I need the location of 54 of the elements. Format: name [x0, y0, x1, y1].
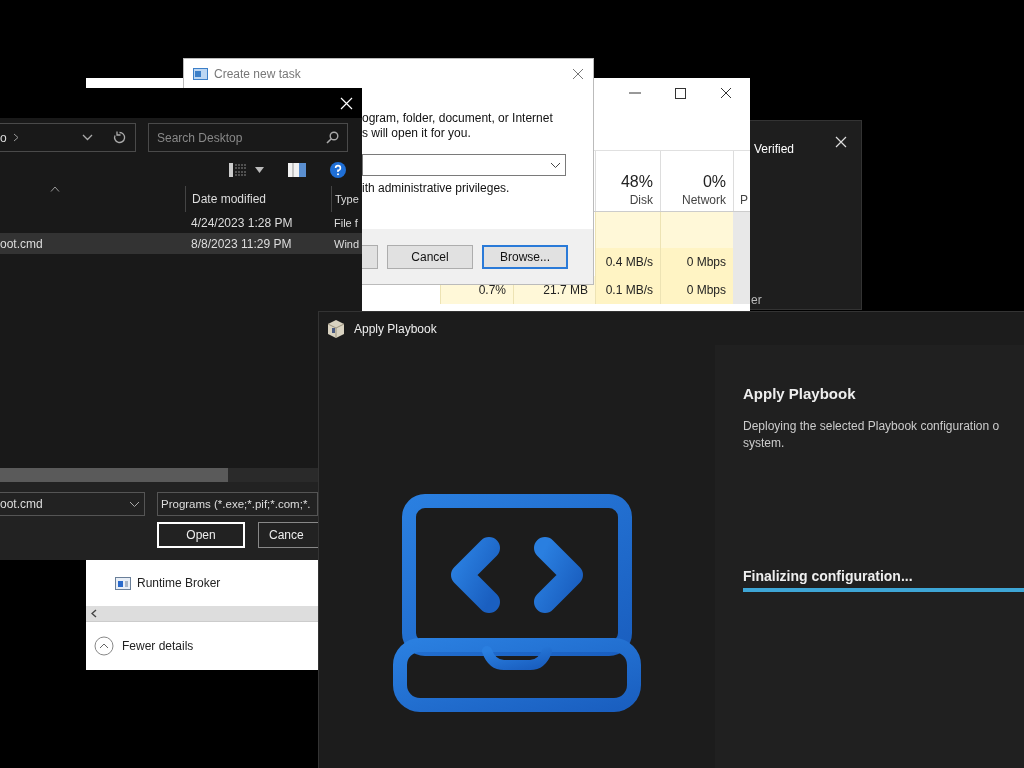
- chevron-down-icon: [550, 161, 561, 169]
- dialog-button[interactable]: Open: [157, 522, 245, 548]
- file-type-field[interactable]: Programs (*.exe;*.pif;*.com;*.: [157, 492, 318, 516]
- fewer-details-link[interactable]: Fewer details: [122, 639, 194, 653]
- chevron-right-icon: [12, 133, 19, 142]
- column-header[interactable]: 48% Disk: [595, 151, 660, 211]
- table-cell: 0.4 MB/s: [595, 248, 660, 276]
- app-window-icon: [115, 576, 131, 590]
- chevron-down-icon[interactable]: [82, 134, 93, 141]
- refresh-icon[interactable]: [113, 131, 126, 144]
- dialog-button[interactable]: Browse...: [482, 244, 568, 269]
- open-combo-field[interactable]: [362, 154, 566, 176]
- scroll-left-icon[interactable]: [91, 609, 97, 618]
- table-cell: [595, 212, 660, 248]
- pane-icon[interactable]: [288, 163, 306, 177]
- scrollbar[interactable]: [86, 606, 318, 622]
- table-cell: 0 Mbps: [660, 276, 733, 304]
- status-text: Finalizing configuration...: [743, 568, 913, 584]
- address-bar[interactable]: o: [0, 123, 136, 152]
- sort-caret-icon[interactable]: [50, 186, 60, 192]
- file-row[interactable]: oot.cmd 8/8/2023 11:29 PM Wind: [0, 233, 362, 254]
- column-header[interactable]: Type: [331, 186, 362, 212]
- caret-icon[interactable]: [255, 167, 264, 173]
- view-list-icon[interactable]: [229, 163, 247, 177]
- help-icon[interactable]: [330, 162, 346, 178]
- search-field[interactable]: Search Desktop: [148, 123, 348, 152]
- search-icon[interactable]: [326, 131, 339, 144]
- file-name-field[interactable]: oot.cmd: [0, 492, 145, 516]
- app-window-icon: [193, 68, 208, 80]
- maximize-icon[interactable]: [675, 87, 686, 99]
- description-text: ogram, folder, document, or Internet: [362, 111, 553, 126]
- window-title: Create new task: [214, 67, 301, 81]
- description-text: Deploying the selected Playbook configuration o: [743, 418, 1000, 435]
- description-text: s will open it for you.: [362, 126, 472, 141]
- laptop-code-icon: [392, 493, 642, 713]
- chevron-down-icon[interactable]: [129, 500, 140, 508]
- table-cell: 0 Mbps: [660, 248, 733, 276]
- close-icon[interactable]: [720, 87, 732, 99]
- description-text: system.: [743, 435, 786, 452]
- column-header[interactable]: 0% Network: [660, 151, 733, 211]
- scrollbar[interactable]: [733, 212, 750, 304]
- window-title: Apply Playbook: [354, 321, 437, 336]
- dialog-button[interactable]: Cancel: [387, 244, 473, 269]
- dialog-button[interactable]: Cance: [258, 522, 319, 548]
- process-name[interactable]: Runtime Broker: [137, 576, 221, 590]
- admin-note: ith administrative privileges.: [362, 181, 510, 195]
- table-cell: 0.1 MB/s: [595, 276, 660, 304]
- heading: Apply Playbook: [743, 385, 856, 402]
- column-header[interactable]: Date modified: [185, 186, 331, 212]
- scrollbar[interactable]: [0, 468, 318, 482]
- collapse-icon[interactable]: [94, 636, 114, 656]
- file-row[interactable]: 4/24/2023 1:28 PM File f: [0, 212, 362, 233]
- label-text: er: [751, 293, 762, 307]
- box-icon: [326, 318, 346, 339]
